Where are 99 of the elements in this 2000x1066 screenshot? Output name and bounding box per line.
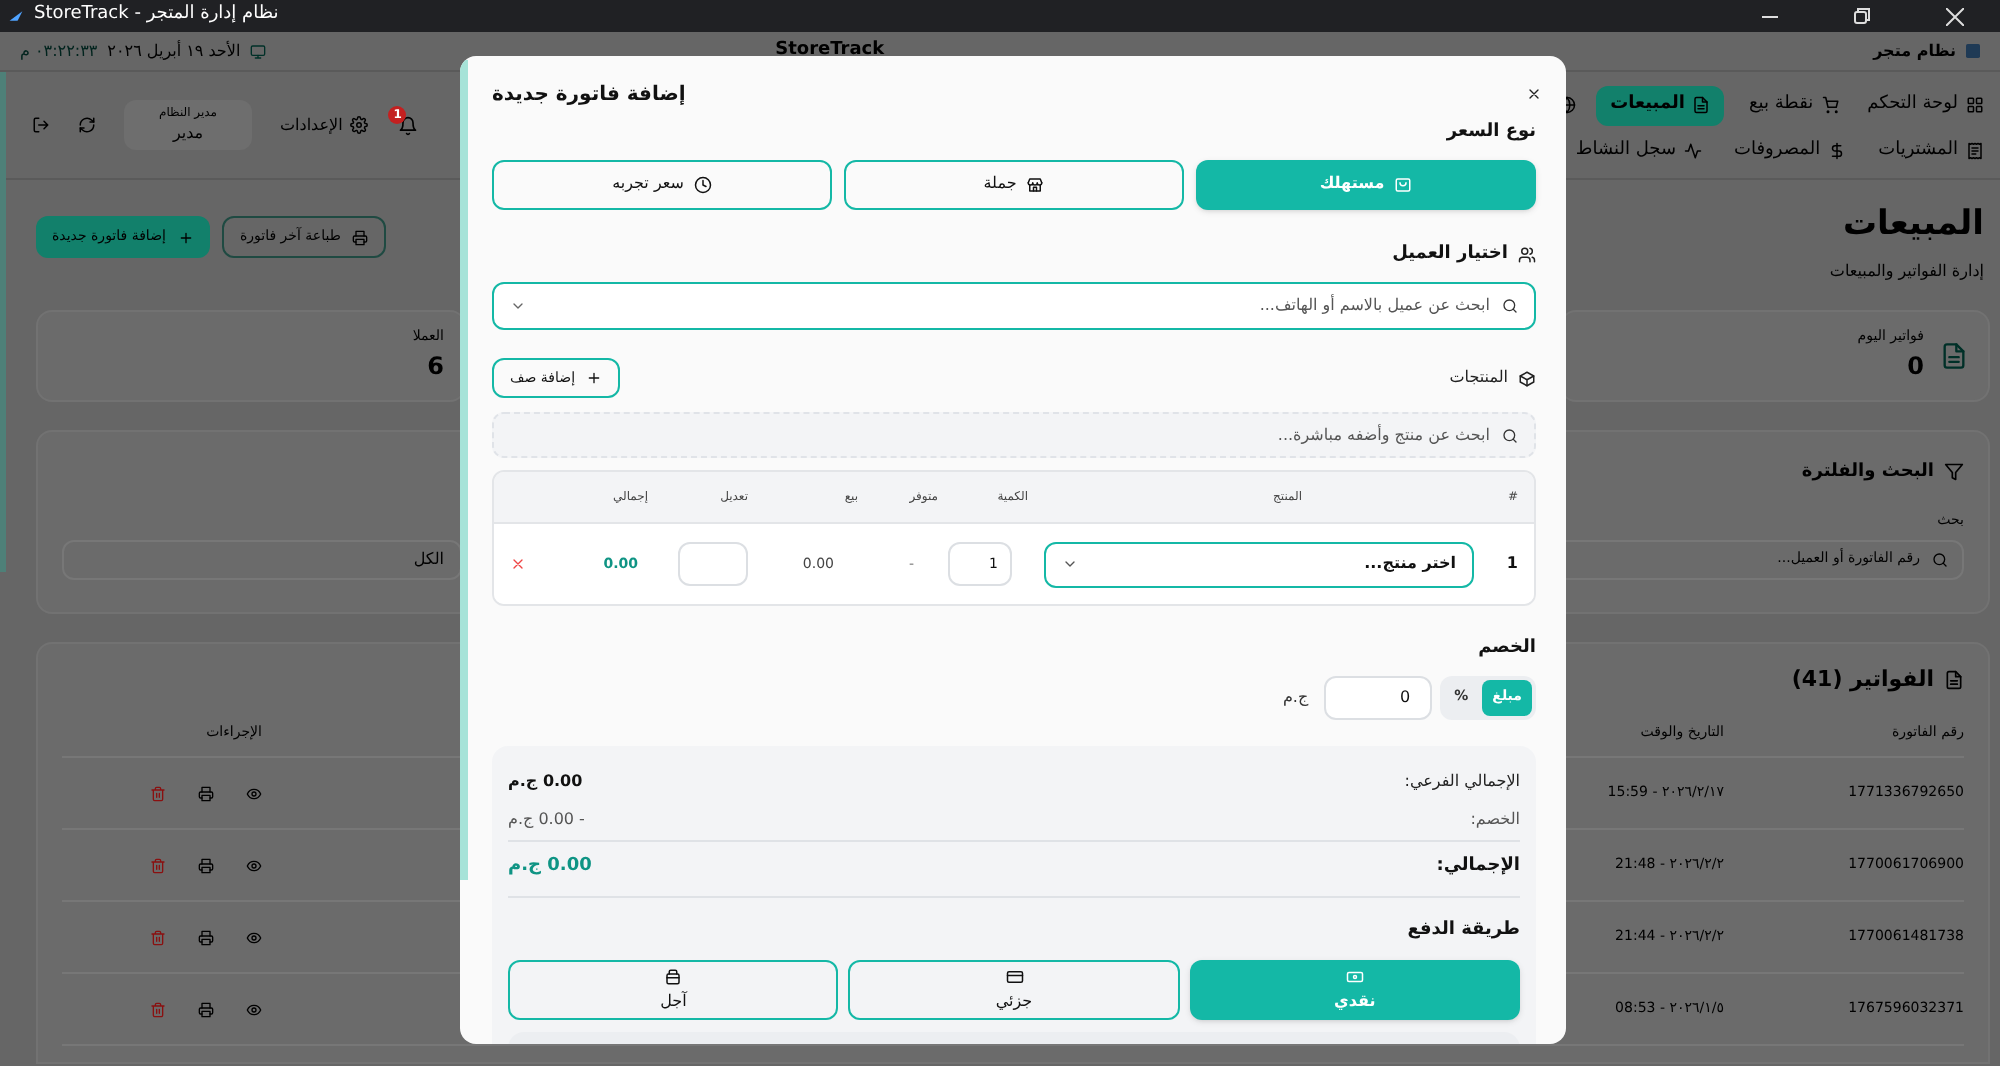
- nav-tab[interactable]: المبيعات: [1596, 85, 1725, 126]
- time-text: ٠٣:٢٢:٣٣ م: [20, 39, 98, 63]
- trash-icon: [150, 857, 166, 873]
- app-name: نظام متجر: [1873, 39, 1956, 63]
- close-icon: [510, 556, 526, 572]
- document-icon: [1944, 669, 1964, 690]
- logout-icon: [32, 116, 50, 134]
- summary-value: - 0.00 ج.م: [508, 808, 585, 832]
- chevron-icon: [1062, 556, 1078, 572]
- close-icon: [1945, 7, 1963, 25]
- app-logo-icon: [1966, 44, 1980, 58]
- remove-row-button[interactable]: [510, 556, 526, 572]
- payment-method-option[interactable]: نقدي: [1189, 960, 1520, 1020]
- product-search-field[interactable]: ابحث عن منتج وأضفه مباشرة...: [492, 412, 1536, 458]
- chevron-icon: [510, 298, 526, 314]
- stat-value: 6: [425, 349, 444, 384]
- price-type-option[interactable]: مستهلك: [1196, 159, 1536, 209]
- payment-method-option[interactable]: آجل: [508, 960, 839, 1020]
- nav-tab[interactable]: نقطة بيع: [1744, 92, 1844, 119]
- dollar-icon: [1828, 142, 1847, 160]
- app-icon: [8, 8, 24, 24]
- summary-label: الإجمالي:: [1436, 854, 1520, 881]
- document-icon: [1692, 96, 1711, 115]
- window-title: نظام إدارة المتجر - StoreTrack: [34, 2, 279, 29]
- card-icon: [1005, 967, 1024, 985]
- section-label: نوع السعر: [1446, 120, 1536, 146]
- section-label: المنتجات: [1449, 366, 1508, 390]
- eye-icon: [246, 929, 262, 945]
- nav-tab[interactable]: لوحة التحكم: [1863, 92, 1988, 119]
- pulse-icon: [1684, 142, 1703, 160]
- printer-icon: [198, 1001, 214, 1017]
- price-type-option[interactable]: سعر تجربه: [492, 159, 832, 209]
- product-select[interactable]: اختر منتج...: [1044, 541, 1474, 587]
- brand-logo: StoreTrack: [775, 37, 885, 64]
- nav-tab[interactable]: سجل النشاط: [1571, 137, 1707, 165]
- settings-icon: [350, 116, 369, 134]
- wallet-icon: [664, 967, 683, 985]
- summary-value: 0.00 ج.م: [508, 769, 583, 793]
- close-icon: [1526, 86, 1542, 102]
- bell-icon: [398, 115, 419, 135]
- page-title: المبيعات: [1840, 202, 1984, 248]
- dialog-title: إضافة فاتورة جديدة: [492, 81, 686, 109]
- monitor-icon: [250, 43, 267, 59]
- dialog-scrollbar[interactable]: [460, 60, 468, 880]
- clock-icon: [693, 175, 712, 193]
- settings-button[interactable]: الإعدادات: [280, 113, 369, 137]
- logout-button[interactable]: [32, 116, 50, 134]
- search-icon: [1502, 427, 1518, 443]
- cart-icon: [1821, 96, 1840, 115]
- trash-icon: [150, 785, 166, 801]
- filter-title: البحث والفلترة: [1801, 459, 1934, 485]
- trash-icon: [150, 929, 166, 945]
- document-icon: [1940, 339, 1968, 371]
- receipt-icon: [1966, 142, 1984, 160]
- nav-tab[interactable]: المصروفات: [1730, 137, 1851, 165]
- grid-icon: [1966, 96, 1984, 115]
- customer-select[interactable]: ابحث عن عميل بالاسم أو الهاتف...: [492, 282, 1536, 330]
- search-icon: [1502, 298, 1518, 314]
- eye-icon: [246, 1001, 262, 1017]
- user-name: مدير: [172, 122, 204, 146]
- invoices-title: الفواتير (41): [1791, 663, 1934, 696]
- stat-value: 0: [1905, 349, 1924, 384]
- date-text: الأحد ١٩ أبريل ٢٠٢٦: [107, 39, 241, 63]
- restore-icon: [1854, 8, 1870, 24]
- nav-tab[interactable]: المشتريات: [1874, 137, 1988, 165]
- currency-label: ج.م: [1282, 685, 1309, 709]
- printer-icon: [198, 785, 214, 801]
- eye-icon: [246, 785, 262, 801]
- printer-icon: [352, 229, 369, 245]
- section-label: الخصم: [1478, 636, 1536, 662]
- adjust-price-field[interactable]: [678, 542, 748, 586]
- printer-icon: [198, 857, 214, 873]
- bag-icon: [1394, 175, 1413, 193]
- minimize-icon: [1762, 15, 1778, 17]
- users-icon: [1518, 245, 1536, 264]
- refresh-icon: [78, 116, 96, 134]
- plus-icon: [177, 229, 194, 245]
- payment-method-option[interactable]: جزئي: [848, 960, 1180, 1020]
- discount-field[interactable]: 0: [1324, 675, 1433, 719]
- refresh-button[interactable]: [78, 116, 96, 134]
- section-label: طريقة الدفع: [1407, 917, 1520, 943]
- summary-label: الخصم:: [1470, 808, 1520, 832]
- box-icon: [1518, 369, 1536, 387]
- store-icon: [1026, 175, 1045, 193]
- page-subtitle: إدارة الفواتير والمبيعات: [1829, 259, 1984, 283]
- status-select[interactable]: الكل: [62, 539, 462, 579]
- summary-value: 0.00 ج.م: [508, 854, 592, 881]
- summary-label: الإجمالي الفرعي:: [1404, 769, 1520, 793]
- close-button[interactable]: [1526, 86, 1542, 102]
- trash-icon: [150, 1001, 166, 1017]
- row-number: 1: [1506, 552, 1518, 576]
- section-label: اختيار العميل: [1392, 241, 1508, 267]
- filter-icon: [1944, 462, 1964, 483]
- cash-icon: [1345, 967, 1364, 985]
- eye-icon: [246, 857, 262, 873]
- printer-icon: [198, 929, 214, 945]
- plus-icon: [585, 370, 602, 386]
- price-type-option[interactable]: جملة: [844, 159, 1184, 209]
- search-icon: [1932, 551, 1948, 567]
